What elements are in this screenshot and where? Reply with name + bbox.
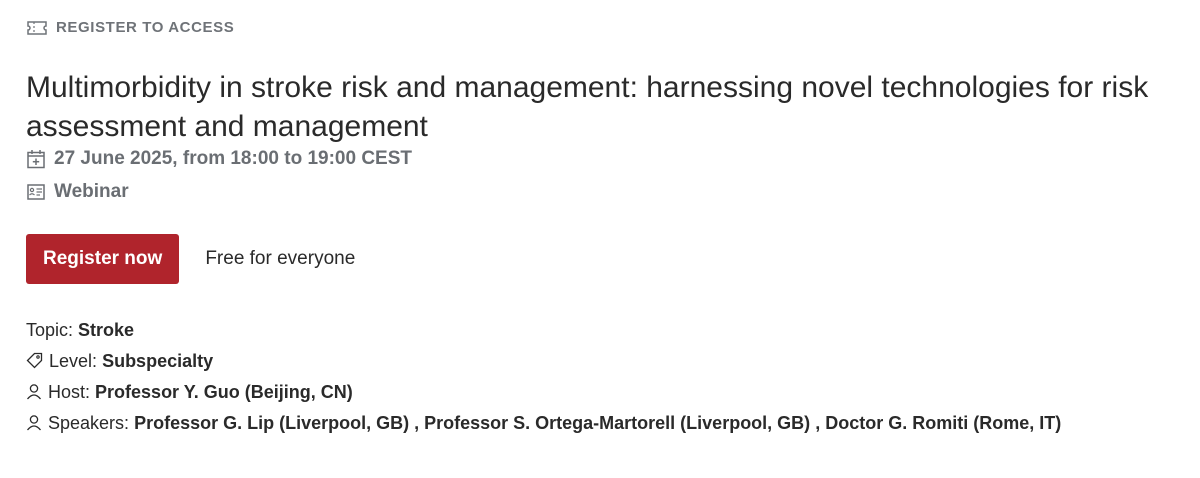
speaker-name: Doctor G. Romiti (Rome, IT)	[825, 413, 1062, 433]
topic-row: Topic: Stroke	[26, 315, 1186, 345]
calendar-icon	[26, 149, 46, 169]
host-value: Professor Y. Guo (Beijing, CN)	[95, 382, 353, 402]
access-label: REGISTER TO ACCESS	[56, 19, 235, 36]
tag-icon	[26, 348, 43, 378]
event-date: 27 June 2025, from 18:00 to 19:00 CEST	[26, 148, 412, 170]
host-label: Host:	[48, 382, 91, 402]
topic-label: Topic:	[26, 320, 74, 340]
webinar-icon	[26, 182, 46, 202]
register-now-button[interactable]: Register now	[26, 234, 180, 284]
speakers-row: Speakers: Professor G. Lip (Liverpool, G…	[26, 408, 1186, 440]
level-value: Subspecialty	[102, 351, 214, 371]
event-type-text: Webinar	[54, 181, 129, 202]
person-icon	[26, 379, 42, 409]
registration-row: Register now Free for everyone	[26, 234, 355, 284]
topic-value: Stroke	[78, 320, 135, 340]
event-type: Webinar	[26, 181, 129, 203]
speaker-separator: ,	[810, 413, 826, 433]
level-label: Level:	[49, 351, 98, 371]
speaker-name: Professor S. Ortega-Martorell (Liverpool…	[424, 413, 811, 433]
person-icon	[26, 410, 42, 440]
speakers-label: Speakers:	[48, 413, 130, 433]
event-date-text: 27 June 2025, from 18:00 to 19:00 CEST	[54, 148, 412, 169]
level-row: Level: Subspecialty	[26, 346, 1186, 378]
speaker-name: Professor G. Lip (Liverpool, GB)	[134, 413, 410, 433]
register-to-access-banner: REGISTER TO ACCESS	[26, 19, 234, 36]
price-text: Free for everyone	[205, 248, 356, 269]
host-row: Host: Professor Y. Guo (Beijing, CN)	[26, 377, 1186, 409]
speaker-separator: ,	[409, 413, 425, 433]
ticket-icon	[26, 20, 48, 36]
event-title: Multimorbidity in stroke risk and manage…	[26, 71, 1149, 143]
